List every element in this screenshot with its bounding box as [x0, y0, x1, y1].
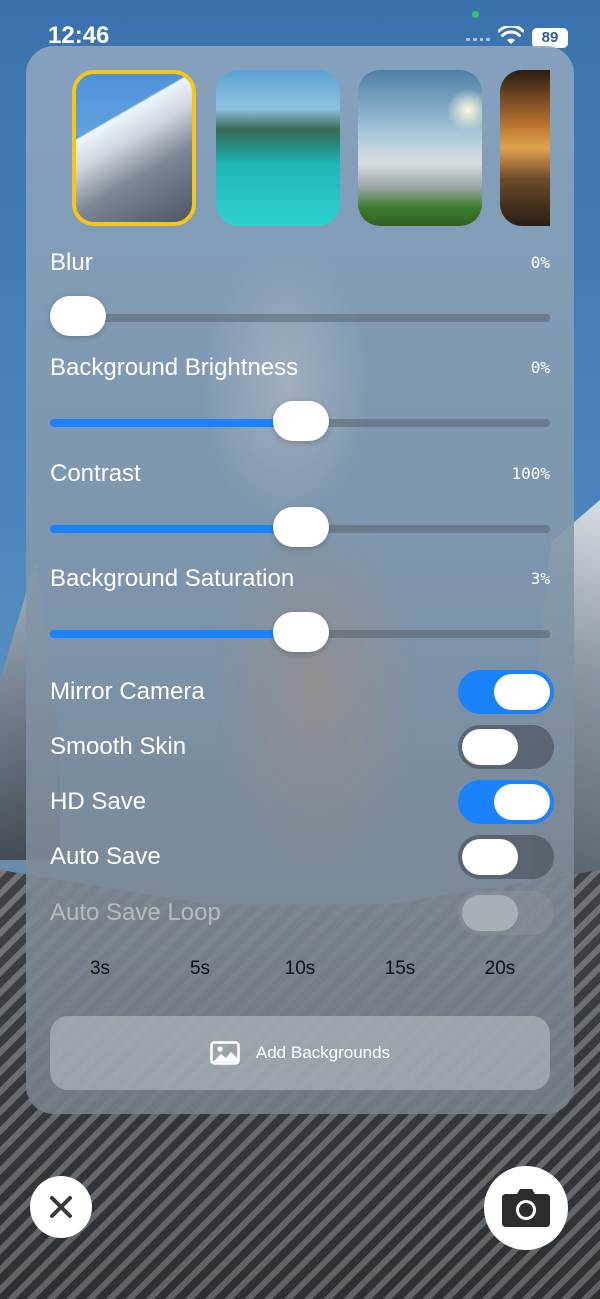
background-thumb-tree[interactable]: [358, 70, 482, 226]
add-backgrounds-button[interactable]: Add Backgrounds: [50, 1016, 550, 1090]
hd-save-label: HD Save: [50, 788, 147, 815]
interval-option[interactable]: 3s: [50, 958, 150, 988]
blur-slider-knob[interactable]: [50, 296, 106, 336]
brightness-value: 0%: [530, 358, 550, 377]
background-thumb-golden-lake[interactable]: [500, 70, 550, 226]
auto-save-toggle[interactable]: [458, 835, 554, 879]
toggle-knob: [494, 784, 550, 820]
toggle-knob: [462, 895, 518, 931]
close-icon: [50, 1196, 72, 1218]
saturation-slider-fill: [50, 630, 300, 638]
battery-icon: 89: [532, 28, 568, 48]
close-button[interactable]: [30, 1176, 92, 1238]
interval-option[interactable]: 20s: [450, 958, 550, 988]
background-thumbnails[interactable]: [72, 70, 550, 226]
interval-option[interactable]: 5s: [150, 958, 250, 988]
auto-save-loop-label: Auto Save Loop: [50, 899, 221, 926]
brightness-slider-knob[interactable]: [273, 401, 329, 441]
interval-option[interactable]: 15s: [350, 958, 450, 988]
contrast-slider-knob[interactable]: [273, 507, 329, 547]
mirror-camera-toggle[interactable]: [458, 670, 554, 714]
camera-button[interactable]: [484, 1166, 568, 1250]
blur-slider[interactable]: [50, 296, 550, 336]
camera-in-use-indicator: [472, 11, 479, 18]
mirror-camera-row: Mirror Camera: [50, 670, 554, 714]
brightness-label: Background Brightness: [50, 354, 299, 381]
toggle-knob: [462, 729, 518, 765]
background-thumb-mountain[interactable]: [72, 70, 196, 226]
auto-save-label: Auto Save: [50, 843, 161, 870]
wifi-icon: [498, 26, 524, 44]
contrast-slider[interactable]: [50, 507, 550, 547]
camera-icon: [502, 1189, 550, 1227]
toggle-knob: [494, 674, 550, 710]
saturation-slider-knob[interactable]: [273, 612, 329, 652]
add-backgrounds-label: Add Backgrounds: [255, 1043, 391, 1062]
saturation-value: 3%: [530, 569, 550, 588]
photo-icon: [210, 1041, 240, 1065]
contrast-slider-fill: [50, 525, 300, 533]
settings-panel: Blur 0% Background Brightness 0% Contras…: [26, 46, 574, 1114]
auto-save-loop-toggle: [458, 891, 554, 935]
signal-icon: [466, 38, 490, 44]
interval-option[interactable]: 10s: [250, 958, 350, 988]
auto-save-row: Auto Save: [50, 835, 554, 879]
blur-value: 0%: [530, 253, 550, 272]
smooth-skin-row: Smooth Skin: [50, 725, 554, 769]
brightness-slider-fill: [50, 419, 300, 427]
blur-label: Blur: [50, 249, 93, 276]
auto-save-interval-options: 3s 5s 10s 15s 20s: [50, 958, 550, 988]
hd-save-toggle[interactable]: [458, 780, 554, 824]
smooth-skin-label: Smooth Skin: [50, 733, 187, 760]
contrast-value: 100%: [511, 464, 550, 483]
mirror-camera-label: Mirror Camera: [50, 678, 205, 705]
hd-save-row: HD Save: [50, 780, 554, 824]
background-thumb-lake[interactable]: [216, 70, 340, 226]
toggle-knob: [462, 839, 518, 875]
contrast-label: Contrast: [50, 460, 141, 487]
smooth-skin-toggle[interactable]: [458, 725, 554, 769]
saturation-label: Background Saturation: [50, 565, 295, 592]
saturation-slider[interactable]: [50, 612, 550, 652]
brightness-slider[interactable]: [50, 401, 550, 441]
auto-save-loop-row: Auto Save Loop: [50, 891, 554, 935]
